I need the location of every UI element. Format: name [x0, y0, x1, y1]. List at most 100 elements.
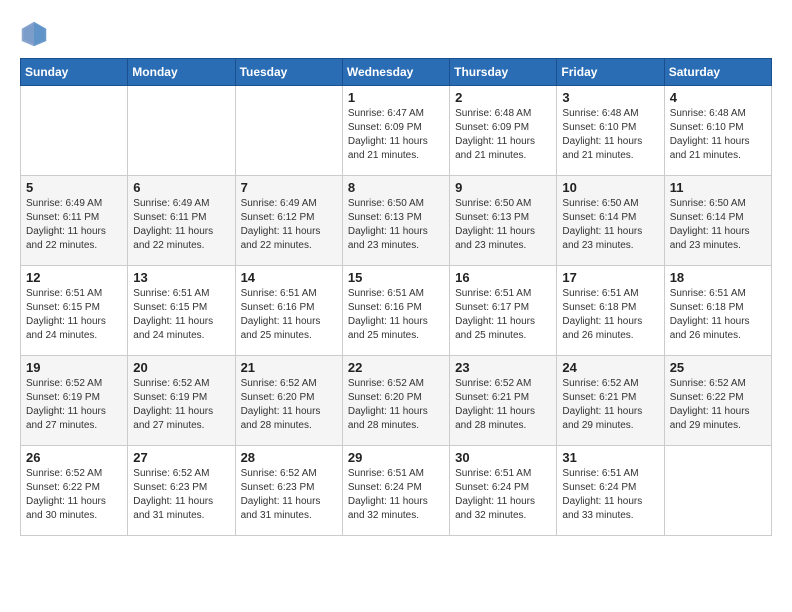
weekday-header-monday: Monday — [128, 59, 235, 86]
calendar-cell: 17Sunrise: 6:51 AM Sunset: 6:18 PM Dayli… — [557, 266, 664, 356]
day-info: Sunrise: 6:51 AM Sunset: 6:16 PM Dayligh… — [241, 287, 337, 343]
calendar-cell: 14 Sunrise: 6:51 AM Sunset: 6:16 PM Dayli… — [235, 266, 342, 356]
day-info: Sunrise: 6:52 AM Sunset: 6:21 PM Dayligh… — [455, 377, 551, 433]
weekday-header-tuesday: Tuesday — [235, 59, 342, 86]
calendar-week-3: 12Sunrise: 6:51 AM Sunset: 6:15 PM Dayli… — [21, 266, 772, 356]
calendar-cell: 3 Sunrise: 6:48 AM Sunset: 6:10 PM Daylig… — [557, 86, 664, 176]
day-info: Sunrise: 6:51 AM Sunset: 6:18 PM Dayligh… — [670, 287, 766, 343]
day-number: 5 — [26, 180, 122, 195]
day-number: 25 — [670, 360, 766, 375]
calendar-cell — [235, 86, 342, 176]
calendar-cell: 13Sunrise: 6:51 AM Sunset: 6:15 PM Dayli… — [128, 266, 235, 356]
weekday-header-thursday: Thursday — [450, 59, 557, 86]
day-number: 30 — [455, 450, 551, 465]
calendar-cell: 5 Sunrise: 6:49 AM Sunset: 6:11 PM Daylig… — [21, 176, 128, 266]
day-number: 8 — [348, 180, 444, 195]
calendar-cell: 19 Sunrise: 6:52 AM Sunset: 6:19 PM Dayli… — [21, 356, 128, 446]
calendar-cell: 23 Sunrise: 6:52 AM Sunset: 6:21 PM Dayli… — [450, 356, 557, 446]
logo-icon — [20, 20, 48, 48]
day-info: Sunrise: 6:52 AM Sunset: 6:23 PM Dayligh… — [241, 467, 337, 523]
calendar-cell: 10Sunrise: 6:50 AM Sunset: 6:14 PM Dayli… — [557, 176, 664, 266]
day-number: 7 — [241, 180, 337, 195]
calendar-cell: 16 Sunrise: 6:51 AM Sunset: 6:17 PM Dayli… — [450, 266, 557, 356]
calendar-cell: 12Sunrise: 6:51 AM Sunset: 6:15 PM Dayli… — [21, 266, 128, 356]
day-info: Sunrise: 6:51 AM Sunset: 6:24 PM Dayligh… — [348, 467, 444, 523]
calendar-cell: 27 Sunrise: 6:52 AM Sunset: 6:23 PM Dayli… — [128, 446, 235, 536]
day-info: Sunrise: 6:52 AM Sunset: 6:20 PM Dayligh… — [241, 377, 337, 433]
calendar-cell — [128, 86, 235, 176]
day-number: 11 — [670, 180, 766, 195]
calendar-cell — [21, 86, 128, 176]
day-info: Sunrise: 6:52 AM Sunset: 6:23 PM Dayligh… — [133, 467, 229, 523]
day-info: Sunrise: 6:50 AM Sunset: 6:13 PM Dayligh… — [348, 197, 444, 253]
day-number: 10 — [562, 180, 658, 195]
calendar-cell: 8 Sunrise: 6:50 AM Sunset: 6:13 PM Daylig… — [342, 176, 449, 266]
day-info: Sunrise: 6:49 AM Sunset: 6:11 PM Dayligh… — [26, 197, 122, 253]
calendar-week-1: 1Sunrise: 6:47 AM Sunset: 6:09 PM Daylig… — [21, 86, 772, 176]
calendar-cell: 29Sunrise: 6:51 AM Sunset: 6:24 PM Dayli… — [342, 446, 449, 536]
weekday-header-wednesday: Wednesday — [342, 59, 449, 86]
day-info: Sunrise: 6:51 AM Sunset: 6:16 PM Dayligh… — [348, 287, 444, 343]
day-info: Sunrise: 6:49 AM Sunset: 6:11 PM Dayligh… — [133, 197, 229, 253]
day-info: Sunrise: 6:48 AM Sunset: 6:10 PM Dayligh… — [670, 107, 766, 163]
day-info: Sunrise: 6:50 AM Sunset: 6:13 PM Dayligh… — [455, 197, 551, 253]
page-header — [20, 20, 772, 48]
calendar-cell: 4Sunrise: 6:48 AM Sunset: 6:10 PM Daylig… — [664, 86, 771, 176]
weekday-header-row: SundayMondayTuesdayWednesdayThursdayFrid… — [21, 59, 772, 86]
calendar-cell: 22 Sunrise: 6:52 AM Sunset: 6:20 PM Dayli… — [342, 356, 449, 446]
day-number: 18 — [670, 270, 766, 285]
calendar-table: SundayMondayTuesdayWednesdayThursdayFrid… — [20, 58, 772, 536]
day-number: 3 — [562, 90, 658, 105]
day-info: Sunrise: 6:52 AM Sunset: 6:21 PM Dayligh… — [562, 377, 658, 433]
day-info: Sunrise: 6:52 AM Sunset: 6:19 PM Dayligh… — [26, 377, 122, 433]
day-number: 16 — [455, 270, 551, 285]
day-number: 14 — [241, 270, 337, 285]
day-info: Sunrise: 6:51 AM Sunset: 6:24 PM Dayligh… — [562, 467, 658, 523]
day-number: 2 — [455, 90, 551, 105]
logo — [20, 20, 52, 48]
day-info: Sunrise: 6:51 AM Sunset: 6:17 PM Dayligh… — [455, 287, 551, 343]
calendar-cell: 15 Sunrise: 6:51 AM Sunset: 6:16 PM Dayli… — [342, 266, 449, 356]
calendar-cell: 21 Sunrise: 6:52 AM Sunset: 6:20 PM Dayli… — [235, 356, 342, 446]
day-number: 15 — [348, 270, 444, 285]
calendar-cell — [664, 446, 771, 536]
day-info: Sunrise: 6:52 AM Sunset: 6:22 PM Dayligh… — [670, 377, 766, 433]
day-number: 26 — [26, 450, 122, 465]
day-number: 17 — [562, 270, 658, 285]
day-number: 21 — [241, 360, 337, 375]
day-info: Sunrise: 6:48 AM Sunset: 6:10 PM Dayligh… — [562, 107, 658, 163]
calendar-cell: 20 Sunrise: 6:52 AM Sunset: 6:19 PM Dayli… — [128, 356, 235, 446]
day-info: Sunrise: 6:50 AM Sunset: 6:14 PM Dayligh… — [670, 197, 766, 253]
day-info: Sunrise: 6:52 AM Sunset: 6:20 PM Dayligh… — [348, 377, 444, 433]
day-number: 1 — [348, 90, 444, 105]
day-number: 19 — [26, 360, 122, 375]
calendar-week-5: 26 Sunrise: 6:52 AM Sunset: 6:22 PM Dayli… — [21, 446, 772, 536]
weekday-header-saturday: Saturday — [664, 59, 771, 86]
weekday-header-friday: Friday — [557, 59, 664, 86]
calendar-cell: 1Sunrise: 6:47 AM Sunset: 6:09 PM Daylig… — [342, 86, 449, 176]
calendar-cell: 31 Sunrise: 6:51 AM Sunset: 6:24 PM Dayli… — [557, 446, 664, 536]
day-number: 27 — [133, 450, 229, 465]
calendar-cell: 6 Sunrise: 6:49 AM Sunset: 6:11 PM Daylig… — [128, 176, 235, 266]
day-number: 22 — [348, 360, 444, 375]
day-info: Sunrise: 6:52 AM Sunset: 6:19 PM Dayligh… — [133, 377, 229, 433]
calendar-cell: 24 Sunrise: 6:52 AM Sunset: 6:21 PM Dayli… — [557, 356, 664, 446]
calendar-cell: 11 Sunrise: 6:50 AM Sunset: 6:14 PM Dayli… — [664, 176, 771, 266]
day-number: 12 — [26, 270, 122, 285]
calendar-cell: 2Sunrise: 6:48 AM Sunset: 6:09 PM Daylig… — [450, 86, 557, 176]
calendar-cell: 18 Sunrise: 6:51 AM Sunset: 6:18 PM Dayli… — [664, 266, 771, 356]
day-number: 6 — [133, 180, 229, 195]
day-info: Sunrise: 6:52 AM Sunset: 6:22 PM Dayligh… — [26, 467, 122, 523]
weekday-header-sunday: Sunday — [21, 59, 128, 86]
calendar-cell: 25 Sunrise: 6:52 AM Sunset: 6:22 PM Dayli… — [664, 356, 771, 446]
calendar-cell: 30 Sunrise: 6:51 AM Sunset: 6:24 PM Dayli… — [450, 446, 557, 536]
calendar-cell: 28Sunrise: 6:52 AM Sunset: 6:23 PM Dayli… — [235, 446, 342, 536]
day-info: Sunrise: 6:51 AM Sunset: 6:24 PM Dayligh… — [455, 467, 551, 523]
day-number: 24 — [562, 360, 658, 375]
day-number: 13 — [133, 270, 229, 285]
day-number: 20 — [133, 360, 229, 375]
day-info: Sunrise: 6:49 AM Sunset: 6:12 PM Dayligh… — [241, 197, 337, 253]
day-number: 23 — [455, 360, 551, 375]
day-number: 31 — [562, 450, 658, 465]
calendar-cell: 9Sunrise: 6:50 AM Sunset: 6:13 PM Daylig… — [450, 176, 557, 266]
